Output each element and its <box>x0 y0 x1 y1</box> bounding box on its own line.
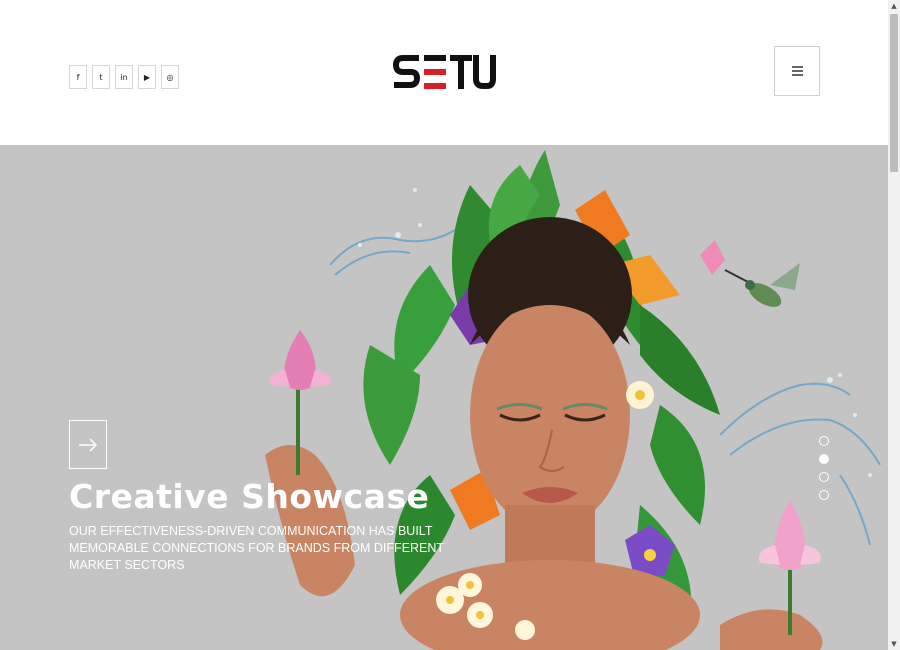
hero-description: OUR EFFECTIVENESS-DRIVEN COMMUNICATION H… <box>69 524 444 572</box>
site-header: f t in ▶ ◎ <box>0 0 888 145</box>
scroll-up-icon[interactable]: ▲ <box>888 0 900 12</box>
next-slide-button[interactable] <box>69 420 107 469</box>
scroll-down-icon[interactable]: ▼ <box>888 638 900 650</box>
slide-dot-4[interactable] <box>819 490 829 500</box>
hero-image <box>265 150 881 650</box>
slide-dot-2[interactable] <box>819 454 829 464</box>
hero-slider: Creative Showcase OUR EFFECTIVENESS-DRIV… <box>0 145 888 650</box>
slide-dot-1[interactable] <box>819 436 829 446</box>
twitter-icon[interactable]: t <box>92 65 110 89</box>
hero-title: Creative Showcase <box>69 477 430 516</box>
hamburger-icon <box>791 64 803 78</box>
arrow-right-icon <box>79 437 98 452</box>
setu-logo[interactable] <box>392 52 497 92</box>
facebook-icon[interactable]: f <box>69 65 87 89</box>
slide-dot-3[interactable] <box>819 472 829 482</box>
linkedin-icon[interactable]: in <box>115 65 133 89</box>
slider-pagination <box>819 436 829 500</box>
page-scrollbar[interactable]: ▲ ▼ <box>888 0 900 650</box>
instagram-icon[interactable]: ◎ <box>161 65 179 89</box>
youtube-icon[interactable]: ▶ <box>138 65 156 89</box>
menu-button[interactable] <box>774 46 820 96</box>
social-links: f t in ▶ ◎ <box>69 65 179 89</box>
scroll-thumb[interactable] <box>890 14 898 172</box>
